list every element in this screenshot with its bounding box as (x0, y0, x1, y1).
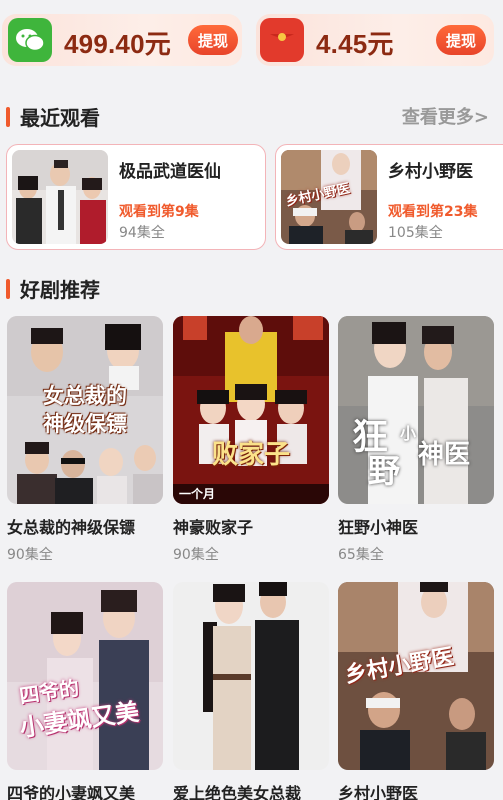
poster-title-art: 败家子 (211, 440, 290, 470)
recent-item-progress: 观看到第23集 (388, 204, 478, 220)
recent-section-header: 最近观看 查看更多> (0, 101, 503, 131)
poster-title-art: 女总裁的 (43, 383, 127, 408)
red-packet-icon (260, 18, 304, 62)
recent-item-total: 94集全 (119, 225, 165, 241)
recommend-section-title: 好剧推荐 (20, 278, 100, 302)
withdraw-button[interactable]: 提现 (436, 25, 486, 55)
poster-title-art: 野 (368, 452, 401, 490)
drama-poster (173, 582, 329, 770)
drama-poster: 女总裁的 神级保镖 (7, 316, 163, 504)
drama-poster: 四爷的 小妻飒又美 (7, 582, 163, 770)
drama-card[interactable]: 女总裁的 神级保镖 女总裁的神级保镖 90集全 (7, 316, 163, 564)
section-accent-bar (6, 279, 10, 299)
red-packet-balance-amount: 4.45元 (316, 29, 394, 59)
recent-item-progress: 观看到第9集 (119, 204, 199, 220)
recent-item[interactable]: 极品武道医仙 观看到第9集 94集全 (6, 144, 266, 250)
poster-title-art: 小 (400, 424, 417, 443)
wechat-balance-card[interactable]: 499.40元 提现 (2, 14, 242, 66)
see-more-link[interactable]: 查看更多> (402, 103, 489, 129)
recent-item-title: 乡村小野医 (388, 162, 473, 182)
withdraw-button[interactable]: 提现 (188, 25, 238, 55)
drama-card[interactable]: 败家子 一个月 神豪败家子 90集全 (173, 316, 329, 564)
wallet-row: 499.40元 提现 4.45元 提现 (0, 14, 503, 66)
drama-title: 狂野小神医 (338, 518, 419, 537)
recent-thumbnail (12, 150, 108, 244)
recent-item-total: 105集全 (388, 225, 443, 241)
drama-card[interactable]: 狂 野 小 神医 狂野小神医 65集全 (338, 316, 494, 564)
wechat-icon (8, 18, 52, 62)
drama-title: 神豪败家子 (173, 518, 254, 537)
recent-item-title: 极品武道医仙 (119, 162, 221, 182)
drama-card[interactable]: 乡村小野医 乡村小野医 (338, 582, 494, 800)
poster-tagline: 一个月 (179, 487, 216, 501)
recent-list: 极品武道医仙 观看到第9集 94集全 乡村小野医 乡村小野医 观看到第23集 1… (0, 144, 503, 250)
drama-poster: 败家子 一个月 (173, 316, 329, 504)
drama-title: 乡村小野医 (338, 784, 419, 800)
poster-title-art: 神医 (418, 440, 471, 470)
red-packet-balance-card[interactable]: 4.45元 提现 (256, 14, 494, 66)
wechat-balance-amount: 499.40元 (64, 29, 171, 59)
drama-episodes: 65集全 (338, 547, 384, 563)
poster-title-art: 神级保镖 (43, 411, 127, 436)
drama-card[interactable]: 爱上绝色美女总裁 (173, 582, 329, 800)
recent-item[interactable]: 乡村小野医 乡村小野医 观看到第23集 105集全 (275, 144, 503, 250)
drama-title: 女总裁的神级保镖 (7, 518, 136, 537)
drama-episodes: 90集全 (173, 547, 219, 563)
drama-title: 四爷的小妻飒又美 (7, 784, 136, 800)
recommend-section-header: 好剧推荐 (0, 273, 503, 303)
drama-poster: 乡村小野医 (338, 582, 494, 770)
drama-episodes: 90集全 (7, 547, 53, 563)
section-accent-bar (6, 107, 10, 127)
drama-card[interactable]: 四爷的 小妻飒又美 四爷的小妻飒又美 (7, 582, 163, 800)
drama-poster: 狂 野 小 神医 (338, 316, 494, 504)
drama-app-home: 499.40元 提现 4.45元 提现 最近观看 查看更多> 极品武道医仙 观看… (0, 0, 503, 800)
recent-section-title: 最近观看 (20, 106, 100, 130)
recent-thumbnail: 乡村小野医 (281, 150, 377, 244)
drama-title: 爱上绝色美女总裁 (173, 784, 302, 800)
